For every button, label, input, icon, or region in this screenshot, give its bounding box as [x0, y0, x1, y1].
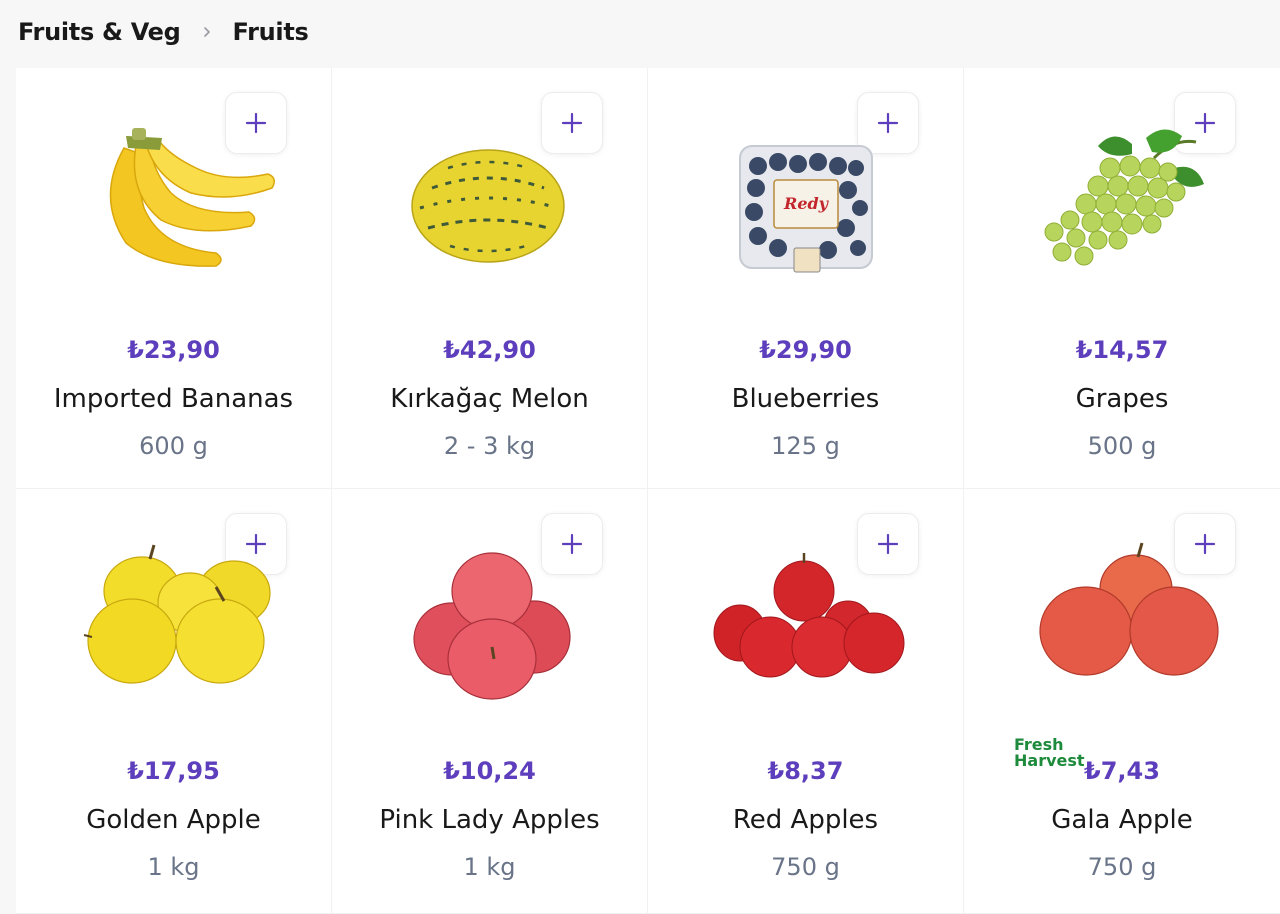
product-name: Red Apples [732, 805, 879, 835]
chevron-right-icon [201, 26, 213, 38]
product-price: ₺29,90 [759, 336, 852, 364]
breadcrumb: Fruits & Veg Fruits [18, 14, 309, 50]
product-card[interactable]: ₺17,95 Golden Apple 1 kg [16, 489, 332, 914]
product-quantity: 750 g [1087, 853, 1157, 881]
breadcrumb-current: Fruits [232, 18, 309, 46]
product-price: ₺23,90 [127, 336, 220, 364]
product-name: Blueberries [731, 384, 880, 414]
product-image[interactable]: Fresh Harvest [1014, 529, 1230, 769]
product-card[interactable]: ₺8,37 Red Apples 750 g [648, 489, 964, 914]
melon-image [411, 149, 565, 263]
blueberries-image: Redy [739, 145, 873, 273]
product-quantity: 1 kg [463, 853, 516, 881]
product-name: Kırkağaç Melon [390, 384, 589, 414]
product-name: Pink Lady Apples [379, 805, 600, 835]
product-quantity: 600 g [139, 432, 208, 460]
breadcrumb-parent-link[interactable]: Fruits & Veg [18, 18, 181, 46]
product-card[interactable]: Fresh Harvest ₺7,43 Gala Apple 750 g [964, 489, 1280, 914]
package-brand-label: Redy [783, 194, 830, 213]
gala-apples-image [1039, 542, 1219, 676]
product-image[interactable] [66, 108, 282, 308]
red-apples-image [713, 553, 905, 678]
product-name: Golden Apple [86, 805, 261, 835]
product-price: ₺8,37 [767, 757, 844, 785]
product-image[interactable] [66, 529, 282, 729]
product-card[interactable]: ₺10,24 Pink Lady Apples 1 kg [332, 489, 648, 914]
product-name: Grapes [1075, 384, 1169, 414]
product-card[interactable]: Redy ₺29,90 Blueberries 125 g [648, 68, 964, 489]
product-quantity: 125 g [771, 432, 840, 460]
product-name: Imported Bananas [53, 384, 294, 414]
product-price: ₺14,57 [1075, 336, 1169, 364]
product-image[interactable] [698, 529, 914, 729]
product-price: ₺10,24 [443, 757, 536, 785]
product-quantity: 500 g [1087, 432, 1157, 460]
product-name: Gala Apple [1051, 805, 1193, 835]
product-quantity: 2 - 3 kg [443, 432, 536, 460]
product-image[interactable] [382, 529, 598, 729]
bananas-image [109, 128, 275, 267]
product-price: ₺17,95 [127, 757, 220, 785]
product-image[interactable] [382, 108, 598, 308]
product-image[interactable] [1014, 108, 1230, 308]
pink-lady-apples-image [413, 552, 571, 700]
product-quantity: 750 g [771, 853, 840, 881]
product-image[interactable]: Redy [698, 108, 914, 308]
product-card[interactable]: ₺23,90 Imported Bananas 600 g [16, 68, 332, 489]
grapes-image [1044, 129, 1204, 266]
golden-apples-image [83, 544, 271, 684]
product-grid: ₺23,90 Imported Bananas 600 g ₺42,90 Kır… [16, 68, 1280, 914]
product-card[interactable]: ₺14,57 Grapes 500 g [964, 68, 1280, 489]
product-price: ₺42,90 [443, 336, 536, 364]
product-card[interactable]: ₺42,90 Kırkağaç Melon 2 - 3 kg [332, 68, 648, 489]
product-quantity: 1 kg [147, 853, 200, 881]
product-price: ₺7,43 [1084, 757, 1160, 785]
